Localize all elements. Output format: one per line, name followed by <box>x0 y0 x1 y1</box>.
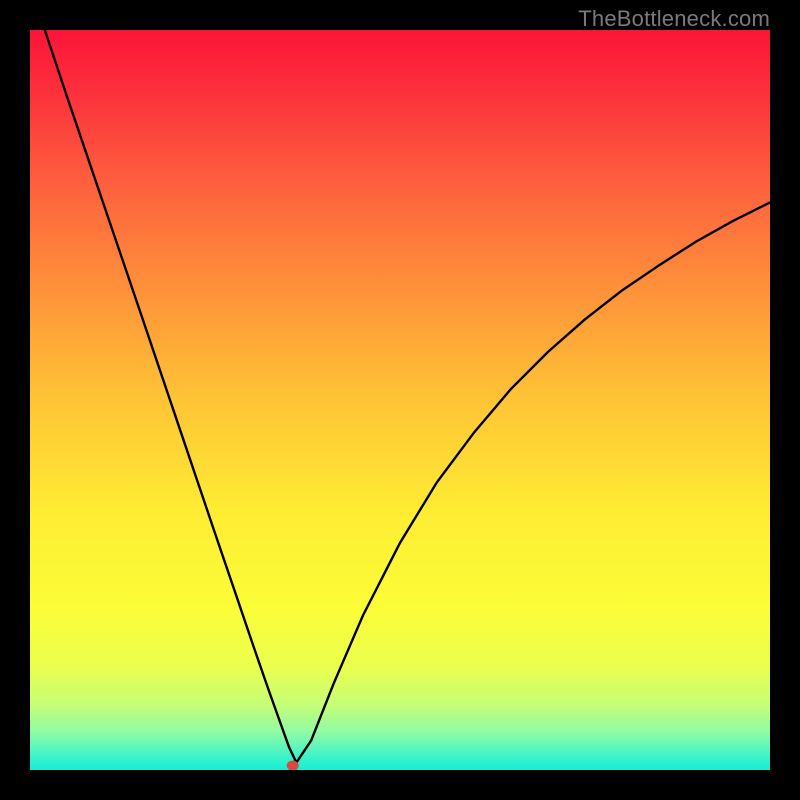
watermark-text: TheBottleneck.com <box>578 6 770 32</box>
curve-layer <box>30 30 770 770</box>
bottleneck-curve <box>45 30 770 763</box>
plot-area <box>30 30 770 770</box>
chart-frame: TheBottleneck.com <box>0 0 800 800</box>
